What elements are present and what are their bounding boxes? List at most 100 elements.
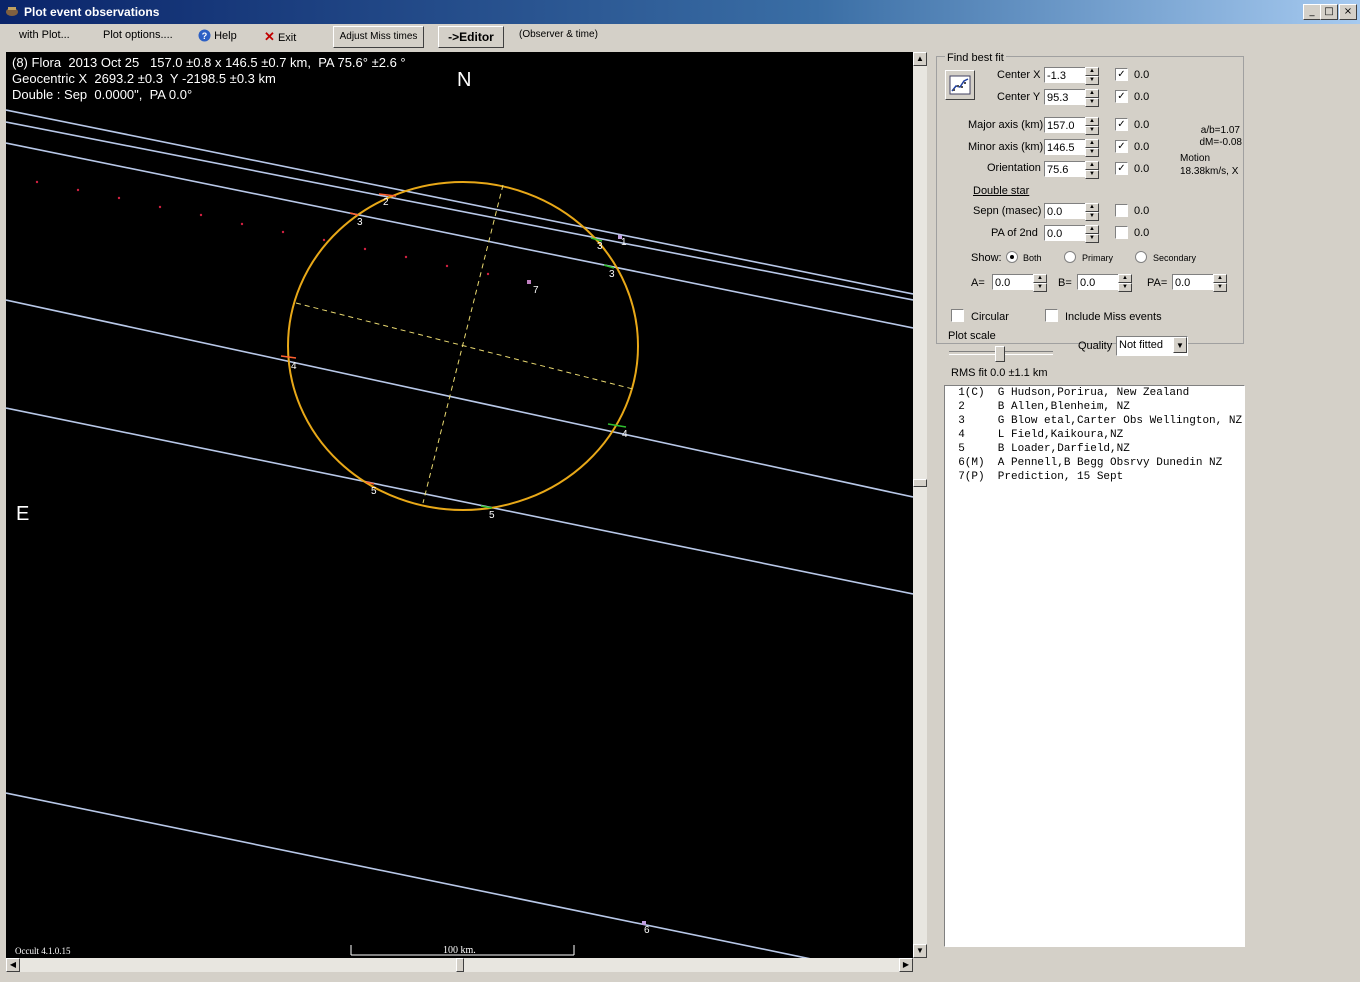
include-miss-checkbox[interactable] <box>1045 309 1058 322</box>
b-input[interactable]: 0.0 <box>1077 274 1119 290</box>
sepn-checkbox[interactable] <box>1115 204 1128 217</box>
menu-bar: with Plot... Plot options.... ? Help ✕ E… <box>0 24 1360 48</box>
fit-panel: Find best fit Center X -1.3 ▲ ▼ ✓ 0.0 Cen… <box>936 52 1356 958</box>
minor-axis-label: Minor axis (km) <box>968 141 1044 153</box>
pa2-input[interactable]: 0.0 <box>1044 225 1086 241</box>
circular-checkbox[interactable] <box>951 309 964 322</box>
hscroll-thumb[interactable] <box>456 958 464 972</box>
pa2-checkbox[interactable] <box>1115 226 1128 239</box>
event-label: 6 <box>644 925 650 936</box>
pa-label: PA= <box>1147 277 1168 289</box>
quality-label: Quality <box>1078 340 1113 352</box>
orientation-input[interactable]: 75.6 <box>1044 161 1086 177</box>
chord-line-2 <box>6 121 913 301</box>
vertical-scrollbar[interactable]: ▲ ▼ <box>913 52 927 958</box>
editor-button[interactable]: ->Editor <box>438 26 504 48</box>
menu-plot-options[interactable]: Plot options.... <box>103 29 173 41</box>
list-item[interactable]: 7(P) Prediction, 15 Sept <box>945 470 1244 484</box>
adjust-miss-times-button[interactable]: Adjust Miss times <box>333 26 424 48</box>
scroll-up-icon[interactable]: ▲ <box>913 52 927 66</box>
scroll-right-icon[interactable]: ▶ <box>899 958 913 972</box>
list-item[interactable]: 3 G Blow etal,Carter Obs Wellington, NZ <box>945 414 1244 428</box>
list-item[interactable]: 6(M) A Pennell,B Begg Obsrvy Dunedin NZ <box>945 456 1244 470</box>
radio-primary[interactable] <box>1064 251 1076 263</box>
minor-axis-input[interactable]: 146.5 <box>1044 139 1086 155</box>
list-item[interactable]: 5 B Loader,Darfield,NZ <box>945 442 1244 456</box>
center-x-spinner[interactable]: ▲ ▼ <box>1085 67 1099 85</box>
plot-scale-thumb[interactable] <box>995 346 1005 362</box>
event-label: 1 <box>621 237 627 248</box>
center-y-checkbox[interactable]: ✓ <box>1115 90 1128 103</box>
center-x-checkbox[interactable]: ✓ <box>1115 68 1128 81</box>
chord-line-3 <box>6 142 913 329</box>
major-axis-checkbox[interactable]: ✓ <box>1115 118 1128 131</box>
radio-both-label: Both <box>1023 253 1042 263</box>
maximize-button[interactable]: □ <box>1320 4 1338 20</box>
find-best-fit-label: Find best fit <box>945 52 1006 64</box>
event-label: 3 <box>597 241 603 252</box>
pa2-uncert: 0.0 <box>1134 227 1150 239</box>
list-item[interactable]: 4 L Field,Kaikoura,NZ <box>945 428 1244 442</box>
observer-time-label: (Observer & time) <box>519 29 598 40</box>
menu-help[interactable]: ? Help <box>198 29 237 42</box>
scroll-left-icon[interactable]: ◀ <box>6 958 20 972</box>
radio-both[interactable] <box>1006 251 1018 263</box>
radio-secondary[interactable] <box>1135 251 1147 263</box>
center-y-input[interactable]: 95.3 <box>1044 89 1086 105</box>
plot-scale-slider[interactable] <box>949 346 1053 362</box>
a-spinner[interactable]: ▲ ▼ <box>1033 274 1047 292</box>
show-label: Show: <box>971 252 1002 264</box>
close-button[interactable]: × <box>1339 4 1357 20</box>
menu-with-plot[interactable]: with Plot... <box>19 29 70 41</box>
horizontal-scrollbar[interactable]: ◀ ▶ <box>6 958 913 972</box>
chevron-down-icon[interactable]: ▼ <box>1173 337 1187 353</box>
list-item[interactable]: 2 B Allen,Blenheim, NZ <box>945 400 1244 414</box>
major-axis-input[interactable]: 157.0 <box>1044 117 1086 133</box>
minor-axis-uncert: 0.0 <box>1134 141 1150 153</box>
pa-spinner[interactable]: ▲ ▼ <box>1213 274 1227 292</box>
observers-list[interactable]: 1(C) G Hudson,Porirua, New Zealand 2 B A… <box>944 385 1245 947</box>
center-y-uncert: 0.0 <box>1134 91 1150 103</box>
scroll-down-icon[interactable]: ▼ <box>913 944 927 958</box>
a-input[interactable]: 0.0 <box>992 274 1034 290</box>
minor-axis-line <box>422 184 504 504</box>
pa-input[interactable]: 0.0 <box>1172 274 1214 290</box>
minor-axis-spinner[interactable]: ▲ ▼ <box>1085 139 1099 157</box>
east-label: E <box>16 503 29 525</box>
b-spinner[interactable]: ▲ ▼ <box>1118 274 1132 292</box>
event-label: 5 <box>371 486 377 497</box>
event-label: 7 <box>533 285 539 296</box>
ab-ratio: a/b=1.07 <box>1200 125 1240 136</box>
scale-label: 100 km. <box>443 945 476 956</box>
plot-canvas[interactable]: 1 2 3 3 3 4 4 5 5 6 7 N E Occult 4.1.0.1… <box>6 52 913 958</box>
sepn-spinner[interactable]: ▲ ▼ <box>1085 203 1099 221</box>
sepn-input[interactable]: 0.0 <box>1044 203 1086 219</box>
chord-line-1 <box>6 109 913 295</box>
dm-value: dM=-0.08 <box>1199 137 1242 148</box>
chord-line-4 <box>6 299 913 498</box>
chord-line-6 <box>6 792 811 958</box>
orientation-checkbox[interactable]: ✓ <box>1115 162 1128 175</box>
quality-dropdown[interactable]: Not fitted ▼ <box>1116 336 1188 356</box>
version-label: Occult 4.1.0.15 <box>15 946 71 956</box>
minimize-button[interactable]: _ <box>1303 4 1321 20</box>
help-icon: ? <box>198 29 211 42</box>
list-item[interactable]: 1(C) G Hudson,Porirua, New Zealand <box>945 386 1244 400</box>
menu-exit[interactable]: ✕ Exit <box>264 29 296 45</box>
major-axis-spinner[interactable]: ▲ ▼ <box>1085 117 1099 135</box>
pa2-spinner[interactable]: ▲ ▼ <box>1085 225 1099 243</box>
fit-button[interactable] <box>945 70 975 100</box>
motion-label: Motion <box>1180 153 1211 164</box>
a-label: A= <box>971 277 985 289</box>
event-label: 2 <box>383 197 389 208</box>
radio-primary-label: Primary <box>1082 253 1113 263</box>
center-y-label: Center Y <box>997 91 1041 103</box>
center-x-input[interactable]: -1.3 <box>1044 67 1086 83</box>
orientation-spinner[interactable]: ▲ ▼ <box>1085 161 1099 179</box>
center-y-spinner[interactable]: ▲ ▼ <box>1085 89 1099 107</box>
center-x-label: Center X <box>997 69 1041 81</box>
app-icon <box>6 7 18 16</box>
event-label: 3 <box>609 269 615 280</box>
scroll-thumb[interactable] <box>913 479 927 487</box>
minor-axis-checkbox[interactable]: ✓ <box>1115 140 1128 153</box>
